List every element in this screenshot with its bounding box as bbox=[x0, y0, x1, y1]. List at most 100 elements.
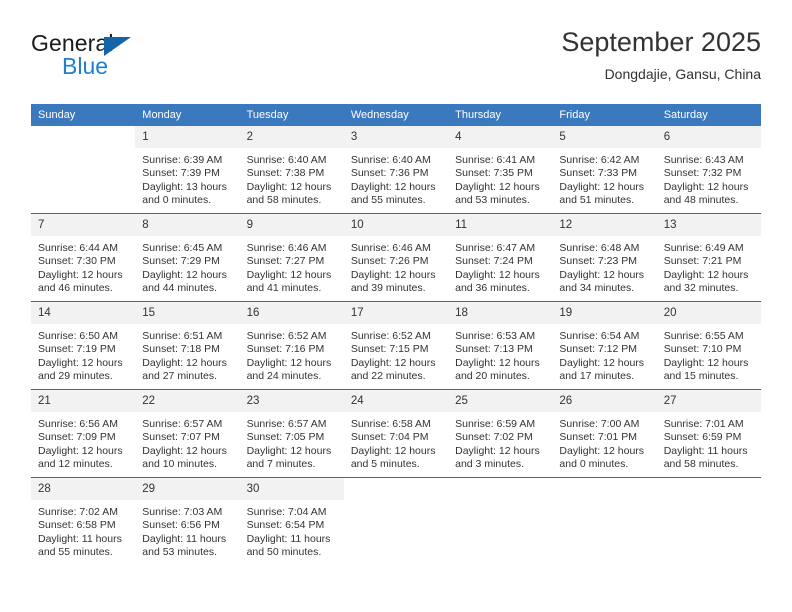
calendar-cell[interactable]: 10 Sunrise: 6:46 AM Sunset: 7:26 PM Dayligh… bbox=[343, 213, 449, 302]
daylight-text-line2: and 34 minutes. bbox=[559, 282, 635, 295]
calendar-cell[interactable]: 27 Sunrise: 7:01 AM Sunset: 6:59 PM Dayligh… bbox=[656, 389, 761, 478]
calendar-cell[interactable]: 20 Sunrise: 6:55 AM Sunset: 7:10 PM Dayligh… bbox=[656, 301, 761, 390]
day-number: 4 bbox=[448, 126, 553, 148]
calendar-day[interactable]: 11 Sunrise: 6:47 AM Sunset: 7:24 PM Dayligh… bbox=[448, 214, 553, 301]
calendar-day[interactable]: 28 Sunrise: 7:02 AM Sunset: 6:58 PM Dayligh… bbox=[31, 478, 136, 565]
calendar-day[interactable]: 17 Sunrise: 6:52 AM Sunset: 7:15 PM Dayligh… bbox=[343, 302, 449, 389]
daylight-text-line1: Daylight: 12 hours bbox=[455, 268, 540, 281]
daylight-text-line2: and 53 minutes. bbox=[455, 194, 530, 207]
calendar-day[interactable]: 30 Sunrise: 7:04 AM Sunset: 6:54 PM Dayligh… bbox=[239, 478, 344, 565]
calendar-cell[interactable] bbox=[448, 477, 553, 565]
day-number: 29 bbox=[135, 478, 240, 500]
daylight-text-line2: and 53 minutes. bbox=[142, 546, 217, 559]
calendar-day[interactable]: 26 Sunrise: 7:00 AM Sunset: 7:01 PM Dayligh… bbox=[552, 390, 657, 477]
sunset-text: Sunset: 6:56 PM bbox=[142, 519, 220, 532]
day-number bbox=[343, 478, 449, 500]
calendar-cell[interactable]: 29 Sunrise: 7:03 AM Sunset: 6:56 PM Dayligh… bbox=[135, 477, 240, 565]
calendar-cell[interactable]: 24 Sunrise: 6:58 AM Sunset: 7:04 PM Dayligh… bbox=[343, 389, 449, 478]
calendar-day[interactable]: 25 Sunrise: 6:59 AM Sunset: 7:02 PM Dayligh… bbox=[448, 390, 553, 477]
calendar-cell[interactable]: 30 Sunrise: 7:04 AM Sunset: 6:54 PM Dayligh… bbox=[239, 477, 344, 565]
calendar-day[interactable]: 20 Sunrise: 6:55 AM Sunset: 7:10 PM Dayligh… bbox=[656, 302, 761, 389]
daylight-text-line1: Daylight: 12 hours bbox=[142, 444, 227, 457]
calendar-day[interactable]: 24 Sunrise: 6:58 AM Sunset: 7:04 PM Dayligh… bbox=[343, 390, 449, 477]
calendar-cell[interactable]: 3 Sunrise: 6:40 AM Sunset: 7:36 PM Daylight… bbox=[343, 126, 449, 214]
calendar-day[interactable]: 6 Sunrise: 6:43 AM Sunset: 7:32 PM Daylight… bbox=[656, 126, 761, 213]
general-blue-logo[interactable]: General Blue bbox=[31, 26, 251, 86]
calendar-cell[interactable]: 9 Sunrise: 6:46 AM Sunset: 7:27 PM Daylight… bbox=[239, 213, 344, 302]
calendar-cell[interactable]: 28 Sunrise: 7:02 AM Sunset: 6:58 PM Dayligh… bbox=[31, 477, 136, 565]
calendar-day[interactable]: 29 Sunrise: 7:03 AM Sunset: 6:56 PM Dayligh… bbox=[135, 478, 240, 565]
calendar-day[interactable]: 23 Sunrise: 6:57 AM Sunset: 7:05 PM Dayligh… bbox=[239, 390, 344, 477]
sunset-text: Sunset: 7:23 PM bbox=[559, 255, 638, 268]
sunrise-text: Sunrise: 6:52 AM bbox=[350, 330, 431, 342]
calendar-cell[interactable] bbox=[31, 126, 136, 214]
calendar-cell[interactable]: 18 Sunrise: 6:53 AM Sunset: 7:13 PM Dayligh… bbox=[448, 301, 553, 390]
daylight-text-line2: and 22 minutes. bbox=[350, 370, 426, 383]
calendar-day[interactable]: 5 Sunrise: 6:42 AM Sunset: 7:33 PM Daylight… bbox=[552, 126, 657, 213]
calendar-cell[interactable]: 19 Sunrise: 6:54 AM Sunset: 7:12 PM Dayligh… bbox=[552, 301, 657, 390]
calendar-day[interactable]: 16 Sunrise: 6:52 AM Sunset: 7:16 PM Dayligh… bbox=[239, 302, 344, 389]
daylight-text-line1: Daylight: 12 hours bbox=[246, 444, 332, 457]
calendar-day[interactable]: 10 Sunrise: 6:46 AM Sunset: 7:26 PM Dayligh… bbox=[343, 214, 449, 301]
daylight-text-line2: and 48 minutes. bbox=[663, 194, 739, 207]
calendar-day[interactable]: 14 Sunrise: 6:50 AM Sunset: 7:19 PM Dayligh… bbox=[31, 302, 136, 389]
calendar-day[interactable]: 21 Sunrise: 6:56 AM Sunset: 7:09 PM Dayligh… bbox=[31, 390, 136, 477]
calendar-cell[interactable]: 22 Sunrise: 6:57 AM Sunset: 7:07 PM Dayligh… bbox=[135, 389, 240, 478]
calendar-cell[interactable] bbox=[552, 477, 657, 565]
sunrise-text: Sunrise: 6:47 AM bbox=[455, 242, 536, 254]
calendar-cell[interactable]: 15 Sunrise: 6:51 AM Sunset: 7:18 PM Dayligh… bbox=[135, 301, 240, 390]
daylight-text-line1: Daylight: 12 hours bbox=[38, 268, 123, 281]
sunrise-text: Sunrise: 6:41 AM bbox=[455, 154, 536, 166]
calendar-day[interactable]: 4 Sunrise: 6:41 AM Sunset: 7:35 PM Daylight… bbox=[448, 126, 553, 213]
calendar-cell[interactable]: 12 Sunrise: 6:48 AM Sunset: 7:23 PM Dayligh… bbox=[552, 213, 657, 302]
calendar-cell[interactable]: 26 Sunrise: 7:00 AM Sunset: 7:01 PM Dayligh… bbox=[552, 389, 657, 478]
day-details bbox=[448, 500, 552, 506]
daylight-text-line2: and 32 minutes. bbox=[663, 282, 739, 295]
calendar-day[interactable]: 8 Sunrise: 6:45 AM Sunset: 7:29 PM Daylight… bbox=[135, 214, 240, 301]
calendar-day[interactable]: 27 Sunrise: 7:01 AM Sunset: 6:59 PM Dayligh… bbox=[656, 390, 761, 477]
calendar-day[interactable]: 22 Sunrise: 6:57 AM Sunset: 7:07 PM Dayligh… bbox=[135, 390, 240, 477]
sunset-text: Sunset: 7:27 PM bbox=[246, 255, 325, 268]
calendar-day[interactable]: 13 Sunrise: 6:49 AM Sunset: 7:21 PM Dayligh… bbox=[656, 214, 761, 301]
calendar-day[interactable]: 12 Sunrise: 6:48 AM Sunset: 7:23 PM Dayligh… bbox=[552, 214, 657, 301]
calendar-cell[interactable]: 5 Sunrise: 6:42 AM Sunset: 7:33 PM Daylight… bbox=[552, 126, 657, 214]
calendar-day[interactable]: 18 Sunrise: 6:53 AM Sunset: 7:13 PM Dayligh… bbox=[448, 302, 553, 389]
daylight-text-line2: and 17 minutes. bbox=[559, 370, 635, 383]
calendar-day[interactable]: 15 Sunrise: 6:51 AM Sunset: 7:18 PM Dayligh… bbox=[135, 302, 240, 389]
calendar-cell[interactable]: 6 Sunrise: 6:43 AM Sunset: 7:32 PM Daylight… bbox=[656, 126, 761, 214]
calendar-day[interactable]: 7 Sunrise: 6:44 AM Sunset: 7:30 PM Daylight… bbox=[31, 214, 136, 301]
weekday-header-wednesday: Wednesday bbox=[343, 104, 449, 126]
daylight-text-line2: and 41 minutes. bbox=[246, 282, 322, 295]
calendar-cell[interactable] bbox=[656, 477, 761, 565]
calendar-cell[interactable]: 16 Sunrise: 6:52 AM Sunset: 7:16 PM Dayligh… bbox=[239, 301, 344, 390]
calendar-cell[interactable]: 21 Sunrise: 6:56 AM Sunset: 7:09 PM Dayligh… bbox=[31, 389, 136, 478]
calendar-day[interactable]: 1 Sunrise: 6:39 AM Sunset: 7:39 PM Daylight… bbox=[135, 126, 240, 213]
daylight-text-line2: and 44 minutes. bbox=[142, 282, 217, 295]
calendar-cell[interactable]: 23 Sunrise: 6:57 AM Sunset: 7:05 PM Dayligh… bbox=[239, 389, 344, 478]
calendar-cell[interactable]: 7 Sunrise: 6:44 AM Sunset: 7:30 PM Daylight… bbox=[31, 213, 136, 302]
calendar-cell[interactable]: 2 Sunrise: 6:40 AM Sunset: 7:38 PM Daylight… bbox=[239, 126, 344, 214]
calendar-cell[interactable]: 11 Sunrise: 6:47 AM Sunset: 7:24 PM Dayligh… bbox=[448, 213, 553, 302]
calendar-day[interactable]: 19 Sunrise: 6:54 AM Sunset: 7:12 PM Dayligh… bbox=[552, 302, 657, 389]
calendar-day[interactable]: 2 Sunrise: 6:40 AM Sunset: 7:38 PM Daylight… bbox=[239, 126, 344, 213]
calendar-cell[interactable] bbox=[343, 477, 449, 565]
calendar-cell[interactable]: 13 Sunrise: 6:49 AM Sunset: 7:21 PM Dayligh… bbox=[656, 213, 761, 302]
calendar-cell[interactable]: 4 Sunrise: 6:41 AM Sunset: 7:35 PM Daylight… bbox=[448, 126, 553, 214]
calendar-table: Sunday Monday Tuesday Wednesday Thursday… bbox=[31, 104, 761, 565]
sunrise-text: Sunrise: 6:44 AM bbox=[38, 242, 118, 254]
calendar-cell[interactable]: 8 Sunrise: 6:45 AM Sunset: 7:29 PM Daylight… bbox=[135, 213, 240, 302]
calendar-cell[interactable]: 1 Sunrise: 6:39 AM Sunset: 7:39 PM Daylight… bbox=[135, 126, 240, 214]
calendar-day[interactable]: 9 Sunrise: 6:46 AM Sunset: 7:27 PM Daylight… bbox=[239, 214, 344, 301]
calendar-page: General Blue September 2025 Dongdajie, G… bbox=[0, 0, 792, 612]
day-details: Sunrise: 6:57 AM Sunset: 7:07 PM Daylight:… bbox=[135, 412, 239, 472]
calendar-cell[interactable]: 14 Sunrise: 6:50 AM Sunset: 7:19 PM Dayligh… bbox=[31, 301, 136, 390]
calendar-cell[interactable]: 17 Sunrise: 6:52 AM Sunset: 7:15 PM Dayligh… bbox=[343, 301, 449, 390]
day-details: Sunrise: 6:57 AM Sunset: 7:05 PM Daylight:… bbox=[240, 412, 344, 472]
calendar-cell[interactable]: 25 Sunrise: 6:59 AM Sunset: 7:02 PM Dayligh… bbox=[448, 389, 553, 478]
daylight-text-line2: and 10 minutes. bbox=[142, 458, 217, 471]
daylight-text-line1: Daylight: 12 hours bbox=[246, 268, 332, 281]
daylight-text-line1: Daylight: 12 hours bbox=[663, 268, 749, 281]
calendar-day[interactable]: 3 Sunrise: 6:40 AM Sunset: 7:36 PM Daylight… bbox=[343, 126, 449, 213]
day-number: 1 bbox=[135, 126, 240, 148]
day-number: 24 bbox=[343, 390, 449, 412]
